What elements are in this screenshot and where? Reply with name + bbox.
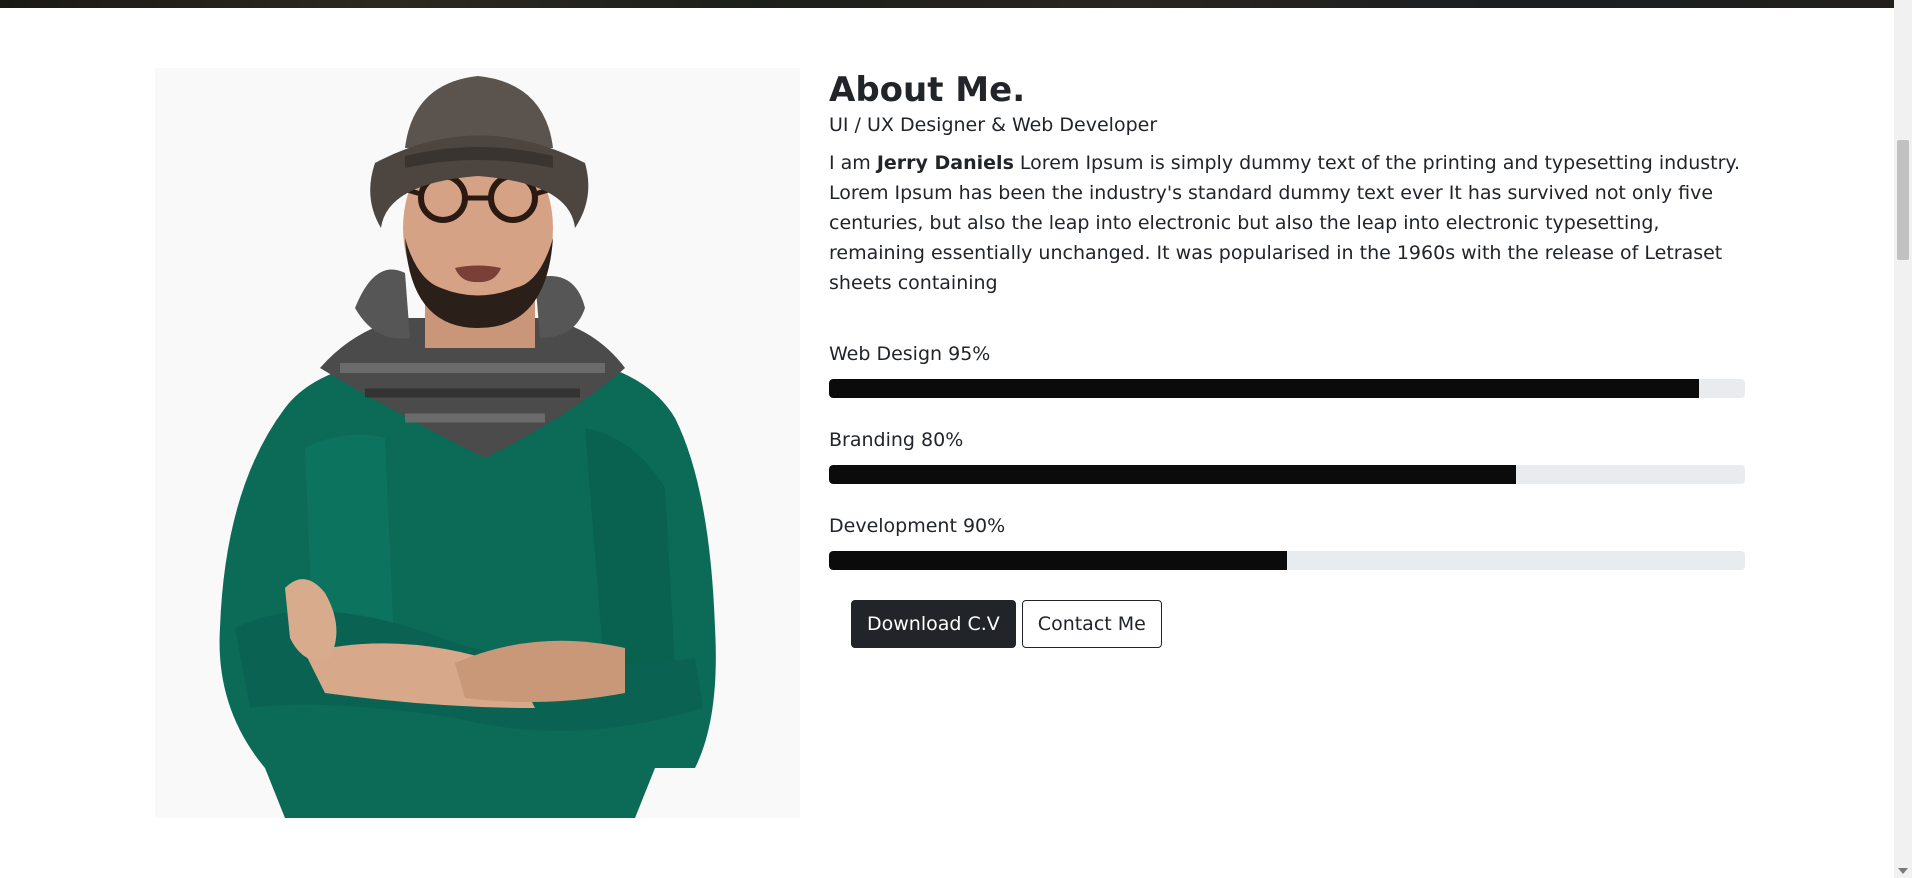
about-title: About Me.	[829, 70, 1026, 110]
progress-fill	[829, 379, 1700, 398]
skill-branding: Branding 80%	[829, 428, 1745, 484]
contact-me-button[interactable]: Contact Me	[1021, 600, 1162, 648]
progress-track	[829, 465, 1745, 484]
profile-photo	[155, 68, 800, 818]
bio-intro: I am	[829, 152, 877, 174]
about-subtitle: UI / UX Designer & Web Developer	[829, 114, 1158, 136]
skills-list: Web Design 95% Branding 80% Development …	[829, 342, 1745, 570]
progress-fill	[829, 465, 1516, 484]
chevron-down-icon[interactable]	[1898, 868, 1908, 874]
about-bio: I am Jerry Daniels Lorem Ipsum is simply…	[829, 148, 1745, 298]
progress-fill	[829, 551, 1287, 570]
page-scrollbar[interactable]	[1894, 0, 1912, 878]
progress-track	[829, 551, 1745, 570]
skill-development: Development 90%	[829, 514, 1745, 570]
skill-label: Web Design 95%	[829, 343, 991, 365]
action-buttons: Download C.V Contact Me	[851, 600, 1745, 648]
scrollbar-thumb[interactable]	[1897, 140, 1909, 260]
hero-image-bottom-edge	[0, 0, 1894, 8]
about-content: About Me. UI / UX Designer & Web Develop…	[829, 68, 1745, 648]
skill-web-design: Web Design 95%	[829, 342, 1745, 398]
progress-track	[829, 379, 1745, 398]
bio-name: Jerry Daniels	[876, 152, 1014, 174]
skill-label: Branding 80%	[829, 429, 964, 451]
skill-label: Development 90%	[829, 515, 1006, 537]
download-cv-button[interactable]: Download C.V	[851, 600, 1016, 648]
